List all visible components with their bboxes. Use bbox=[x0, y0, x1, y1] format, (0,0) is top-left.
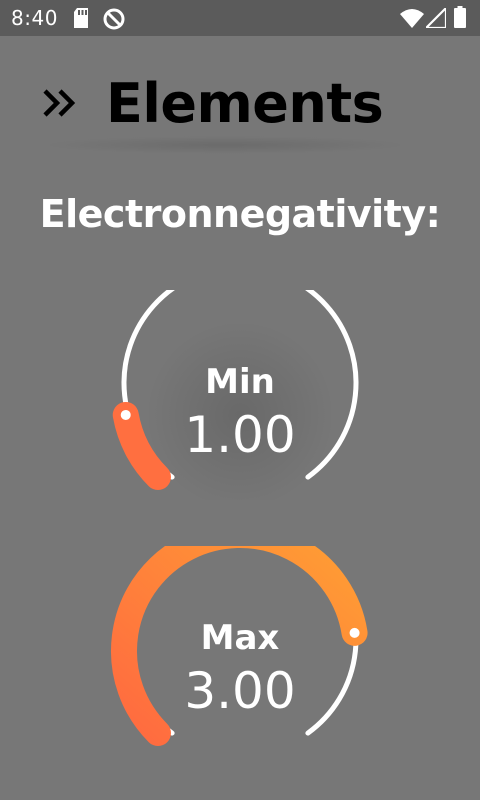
gauge-min[interactable]: Min 1.00 bbox=[90, 290, 390, 530]
header-divider-shadow bbox=[40, 136, 410, 154]
no-sync-icon bbox=[103, 8, 125, 30]
status-bar: 8:40 bbox=[0, 0, 480, 36]
page-title: Elements bbox=[106, 72, 384, 135]
gauge-min-label: Min bbox=[205, 362, 275, 402]
battery-icon bbox=[454, 6, 466, 28]
section-title: Electronnegativity: bbox=[39, 192, 441, 236]
status-time: 8:40 bbox=[11, 6, 58, 30]
double-chevron-right-icon[interactable] bbox=[42, 88, 78, 118]
gauge-max[interactable]: Max 3.00 bbox=[90, 546, 390, 786]
sd-card-icon bbox=[74, 8, 88, 28]
signal-icon bbox=[426, 8, 446, 28]
gauge-min-value: 1.00 bbox=[184, 406, 296, 464]
gauge-max-value: 3.00 bbox=[184, 662, 296, 720]
wifi-icon bbox=[400, 9, 424, 28]
gauge-max-label: Max bbox=[200, 618, 280, 658]
